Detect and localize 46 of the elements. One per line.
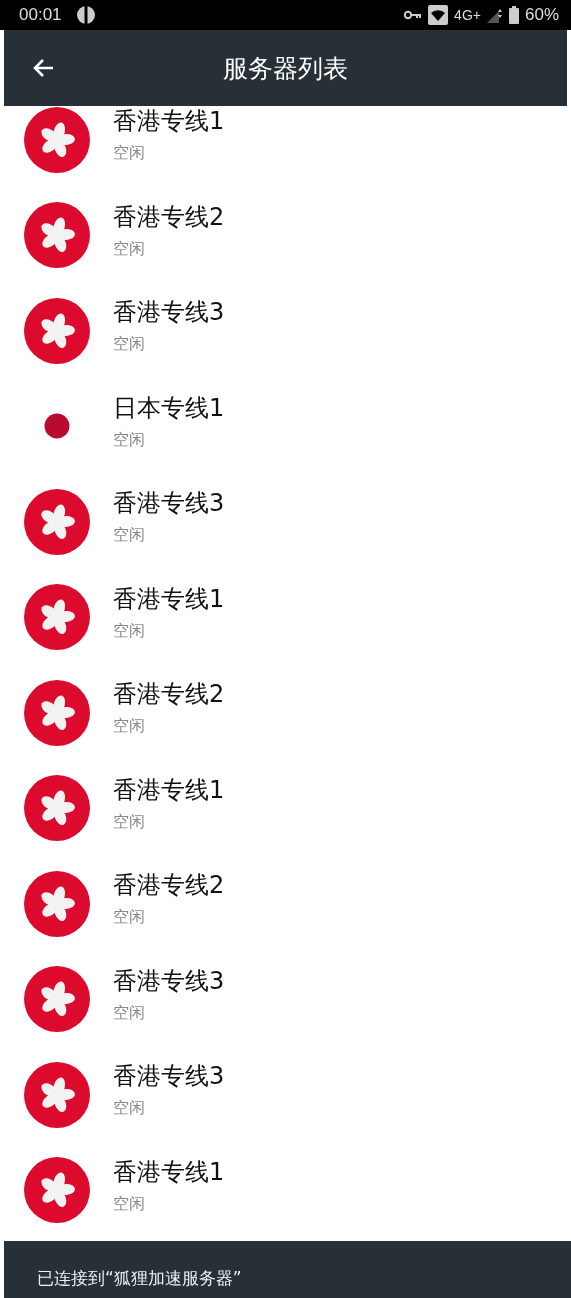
flower-flag-icon [24,488,90,555]
server-status: 空闲 [113,1098,146,1120]
server-status: 空闲 [113,1193,146,1215]
server-name[interactable]: 香港专线1 [113,582,225,615]
wifi-icon [428,5,449,25]
server-name[interactable]: 香港专线1 [113,773,225,806]
server-name[interactable]: 香港专线3 [113,1060,225,1093]
dot-flag-icon [44,413,70,440]
flower-flag-icon [24,1157,90,1224]
flower-flag-icon [24,1061,90,1128]
flower-flag-icon [24,966,90,1033]
clock: 00:01 [19,5,62,25]
server-status: 空闲 [113,334,146,356]
flower-flag-icon [24,870,90,937]
server-status: 空闲 [113,1002,146,1024]
key-icon [404,10,423,20]
server-name[interactable]: 香港专线2 [113,200,225,233]
server-status: 空闲 [113,907,146,929]
server-name[interactable]: 香港专线3 [113,487,225,520]
flower-flag-icon [24,202,90,269]
server-status: 空闲 [113,620,146,642]
server-status: 空闲 [113,238,146,260]
server-status: 空闲 [113,525,146,547]
flower-flag-icon [24,106,90,173]
server-status: 空闲 [113,429,146,451]
server-name[interactable]: 香港专线2 [113,678,225,711]
server-status: 空闲 [113,716,146,738]
battery-level: 60% [524,5,559,25]
page-title: 服务器列表 [223,52,348,85]
network-type: 4G+ [454,7,481,23]
flower-flag-icon [24,297,90,364]
server-name[interactable]: 香港专线1 [113,1155,225,1188]
server-name[interactable]: 日本专线1 [113,391,225,424]
server-name[interactable]: 香港专线2 [113,869,225,902]
server-status: 空闲 [113,811,146,833]
contrast-icon [75,5,96,25]
snackbar-message: 已连接到“狐狸加速服务器” [37,1267,242,1290]
server-name[interactable]: 香港专线3 [113,964,225,997]
server-name[interactable]: 香港专线1 [113,106,225,138]
flower-flag-icon [24,584,90,651]
flower-flag-icon [24,775,90,842]
flower-flag-icon [24,679,90,746]
signal-icon [486,7,503,23]
server-name[interactable]: 香港专线3 [113,296,225,329]
battery-icon [508,6,519,24]
server-status: 空闲 [113,143,146,165]
